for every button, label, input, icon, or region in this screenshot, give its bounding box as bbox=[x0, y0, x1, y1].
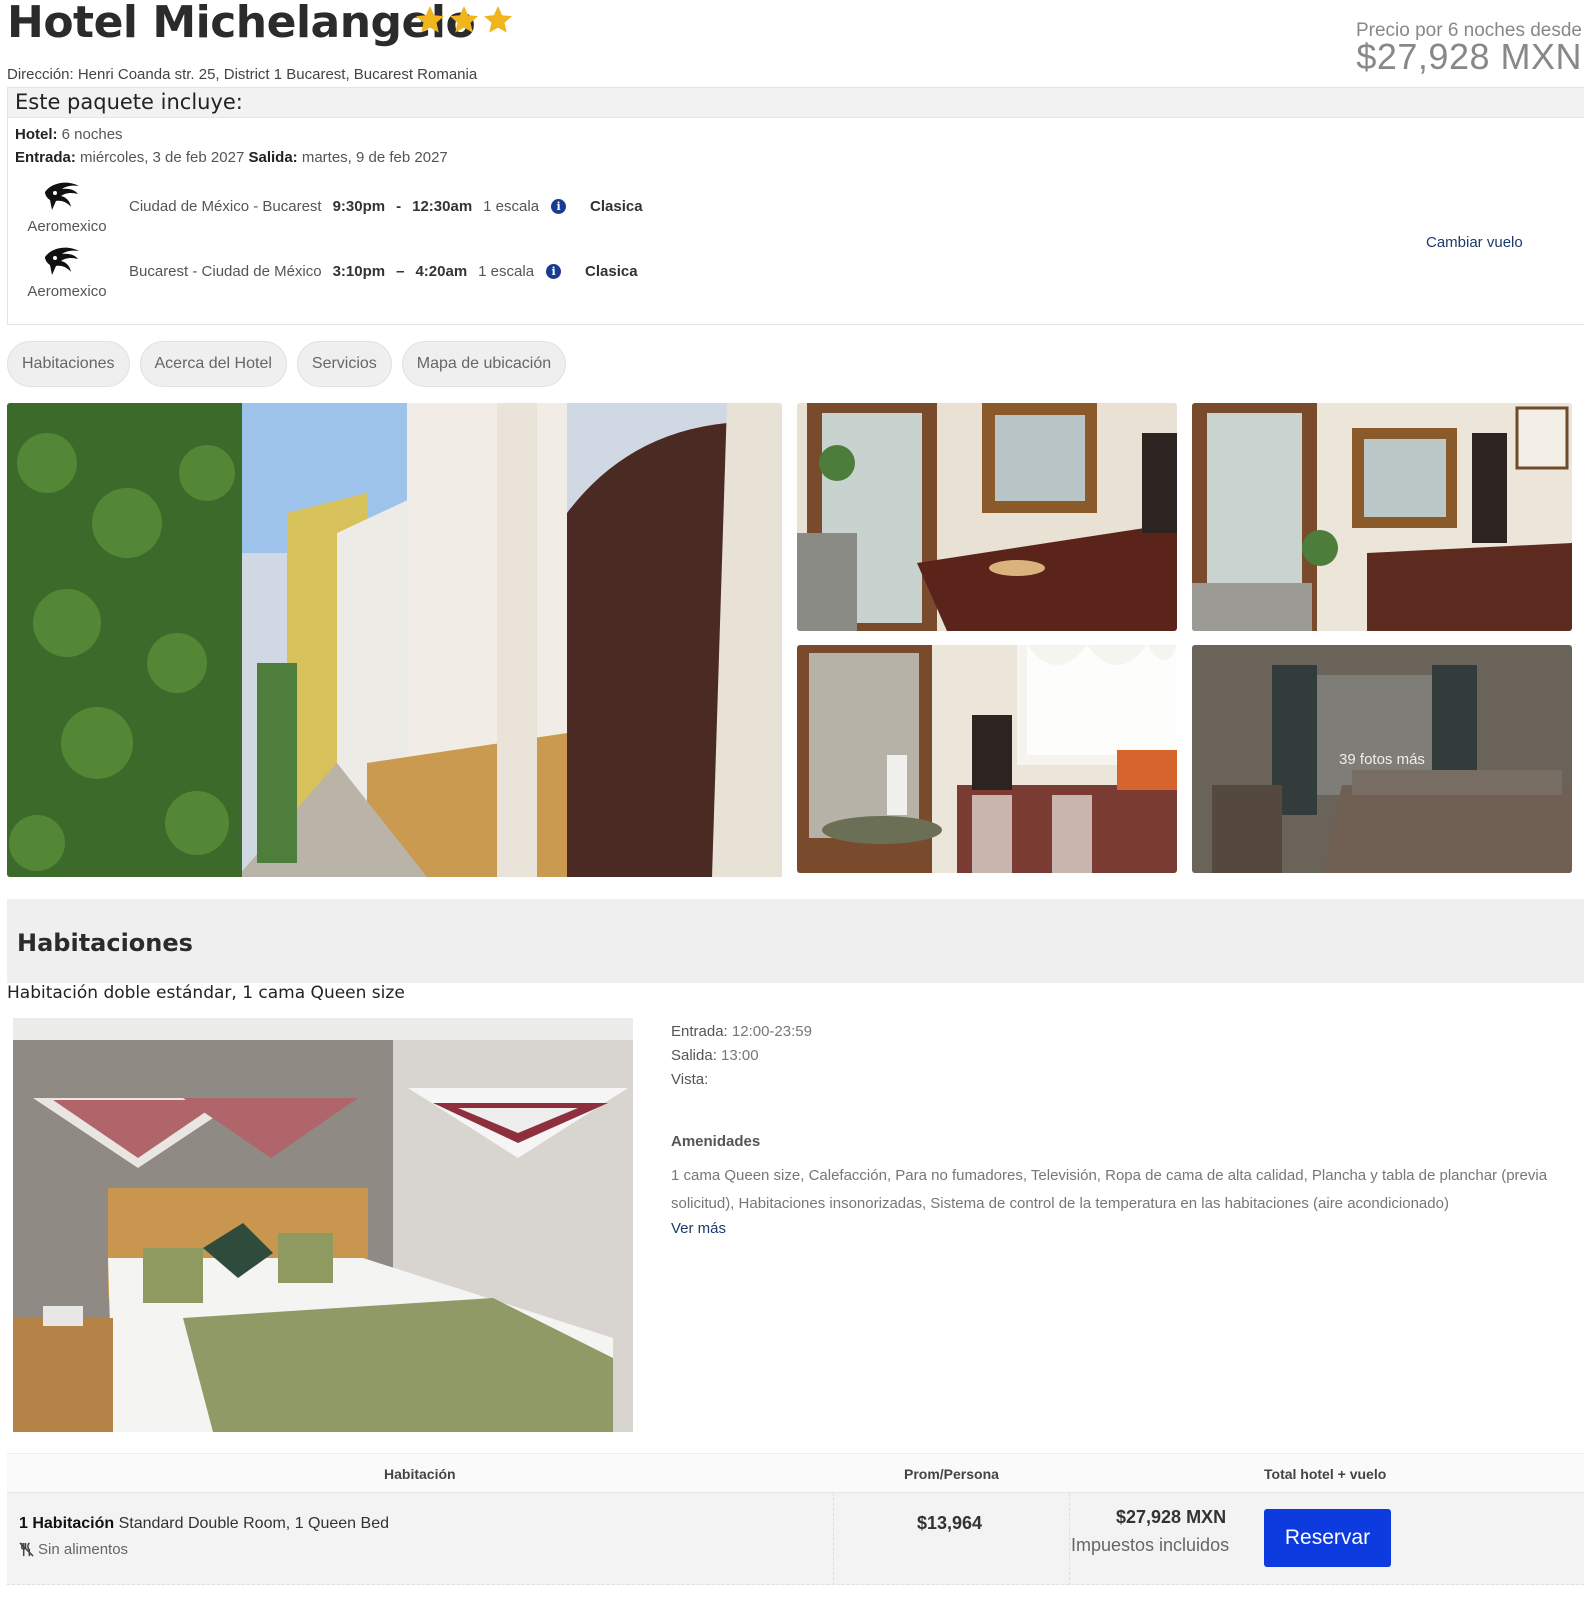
flight-fare: Clasica bbox=[585, 263, 638, 280]
airline-name: Aeromexico bbox=[27, 218, 107, 235]
checkin-label: Entrada: bbox=[15, 149, 76, 166]
room-view: Vista: bbox=[671, 1071, 709, 1088]
rate-meal-label: Sin alimentos bbox=[38, 1541, 129, 1558]
rate-meal: Sin alimentos bbox=[19, 1541, 128, 1558]
star-icon bbox=[416, 6, 444, 33]
flight-sep: - bbox=[396, 198, 402, 215]
room-name: Habitación doble estándar, 1 cama Queen … bbox=[7, 983, 405, 1003]
flight-info: Bucarest - Ciudad de México 3:10pm – 4:2… bbox=[129, 263, 638, 280]
rooms-title: Habitaciones bbox=[17, 929, 193, 957]
table-row: 1 Habitación Standard Double Room, 1 Que… bbox=[7, 1493, 1584, 1585]
rate-room-type: Standard Double Room, 1 Queen Bed bbox=[118, 1515, 389, 1532]
rate-total: $27,928 MXN bbox=[1116, 1507, 1227, 1527]
amenities-title: Amenidades bbox=[671, 1133, 761, 1150]
package-heading: Este paquete incluye: bbox=[8, 88, 1584, 118]
package-box: Este paquete incluye: Hotel: 6 noches En… bbox=[7, 87, 1584, 325]
hotel-header: Hotel Michelangelo Dirección: Henri Coan… bbox=[0, 0, 1584, 86]
lobby-photo-2[interactable] bbox=[1192, 403, 1572, 631]
hotel-address: Dirección: Henri Coanda str. 25, Distric… bbox=[7, 66, 478, 83]
cell-divider bbox=[833, 1493, 834, 1585]
amenities-text: 1 cama Queen size, Calefacción, Para no … bbox=[671, 1167, 1548, 1212]
hotel-stars bbox=[414, 4, 514, 36]
main-hotel-photo[interactable] bbox=[7, 403, 782, 877]
info-icon[interactable]: i bbox=[551, 199, 567, 214]
col-header-room: Habitación bbox=[384, 1466, 456, 1482]
flight-depart: 9:30pm bbox=[332, 198, 386, 215]
flight-stops: 1 escala bbox=[483, 198, 540, 215]
rate-avg-per-person: $13,964 bbox=[917, 1513, 983, 1533]
info-icon[interactable]: i bbox=[546, 264, 562, 279]
tab-habitaciones[interactable]: Habitaciones bbox=[7, 341, 130, 387]
see-more-link[interactable]: Ver más bbox=[671, 1220, 726, 1237]
checkin-date: miércoles, 3 de feb 2027 bbox=[80, 149, 245, 166]
lobby-photo-1[interactable] bbox=[797, 403, 1177, 631]
room-photo-more[interactable]: 39 fotos más bbox=[1192, 645, 1572, 873]
no-meal-icon bbox=[19, 1542, 34, 1557]
flight-arrive: 12:30am bbox=[412, 198, 473, 215]
aeromexico-logo-icon bbox=[45, 182, 79, 210]
hotel-nights-label: Hotel: bbox=[15, 126, 58, 143]
star-icon bbox=[450, 6, 478, 33]
flight-arrive: 4:20am bbox=[415, 263, 468, 280]
rate-room: 1 Habitación Standard Double Room, 1 Que… bbox=[19, 1515, 389, 1533]
flight-stops: 1 escala bbox=[478, 263, 535, 280]
cell-divider bbox=[1069, 1493, 1070, 1585]
col-header-total: Total hotel + vuelo bbox=[1264, 1466, 1387, 1482]
checkout-label: Salida: bbox=[248, 149, 298, 166]
flight-route: Bucarest - Ciudad de México bbox=[129, 263, 322, 280]
star-icon bbox=[484, 6, 512, 33]
change-flight-link[interactable]: Cambiar vuelo bbox=[1426, 234, 1523, 251]
rates-table-header: Habitación Prom/Persona Total hotel + vu… bbox=[7, 1453, 1584, 1493]
room-photo[interactable] bbox=[13, 1018, 633, 1432]
flight-fare: Clasica bbox=[590, 198, 643, 215]
hotel-title: Hotel Michelangelo bbox=[7, 0, 476, 48]
package-dates: Entrada: miércoles, 3 de feb 2027 Salida… bbox=[15, 149, 448, 166]
rate-room-qty: 1 Habitación bbox=[19, 1515, 115, 1532]
rooms-section-header: Habitaciones bbox=[7, 899, 1584, 983]
rate-tax-note: Impuestos incluidos bbox=[1071, 1535, 1230, 1555]
reserve-button[interactable]: Reservar bbox=[1264, 1509, 1391, 1567]
flight-route: Ciudad de México - Bucarest bbox=[129, 198, 322, 215]
tab-mapa-de-ubicacion[interactable]: Mapa de ubicación bbox=[401, 341, 567, 387]
aeromexico-logo-icon bbox=[45, 247, 79, 275]
col-header-avg: Prom/Persona bbox=[904, 1466, 999, 1482]
room-checkin: Entrada: 12:00-23:59 bbox=[671, 1023, 812, 1040]
airline-name: Aeromexico bbox=[27, 283, 107, 300]
checkout-date: martes, 9 de feb 2027 bbox=[301, 149, 448, 166]
flight-depart: 3:10pm bbox=[332, 263, 386, 280]
lobby-photo-3[interactable] bbox=[797, 645, 1177, 873]
room-checkout: Salida: 13:00 bbox=[671, 1047, 759, 1064]
hotel-nights-value: 6 noches bbox=[61, 126, 123, 143]
room-details: Entrada: 12:00-23:59 Salida: 13:00 Vista… bbox=[671, 1020, 812, 1092]
section-tabs: Habitaciones Acerca del Hotel Servicios … bbox=[7, 341, 567, 387]
flight-outbound: Aeromexico Ciudad de México - Bucarest 9… bbox=[8, 180, 908, 240]
flight-return: Aeromexico Bucarest - Ciudad de México 3… bbox=[8, 245, 908, 305]
rates-table: Habitación Prom/Persona Total hotel + vu… bbox=[7, 1453, 1584, 1600]
price-value: $27,928 MXN bbox=[1356, 36, 1582, 77]
more-photos-overlay[interactable]: 39 fotos más bbox=[1192, 645, 1572, 873]
flight-info: Ciudad de México - Bucarest 9:30pm - 12:… bbox=[129, 198, 643, 215]
flight-sep: – bbox=[396, 263, 405, 280]
tab-acerca-del-hotel[interactable]: Acerca del Hotel bbox=[139, 341, 287, 387]
package-hotel-nights: Hotel: 6 noches bbox=[15, 126, 123, 143]
tab-servicios[interactable]: Servicios bbox=[296, 341, 392, 387]
more-photos-label: 39 fotos más bbox=[1339, 750, 1425, 768]
